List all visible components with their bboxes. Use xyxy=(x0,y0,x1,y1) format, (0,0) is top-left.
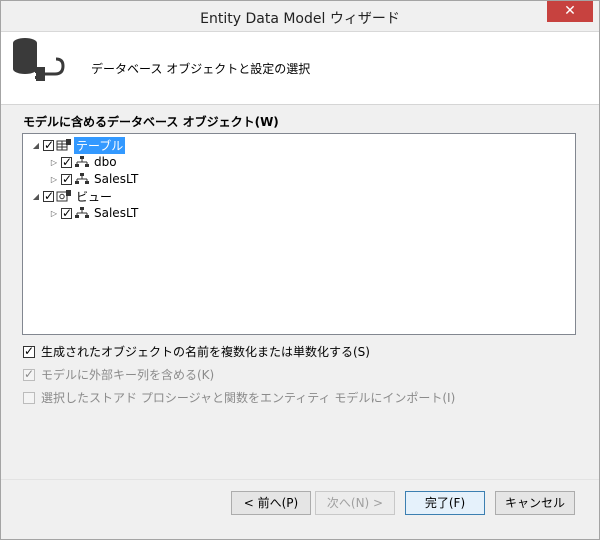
tree-node-views[interactable]: ◢ ✓ ビュー xyxy=(31,187,114,205)
tree-node-label: SalesLT xyxy=(94,206,139,220)
wizard-header: データベース オブジェクトと設定の選択 xyxy=(1,32,599,105)
table-icon xyxy=(56,139,71,151)
schema-icon xyxy=(75,156,89,167)
collapsed-arrow-icon[interactable]: ▷ xyxy=(49,175,59,184)
tree-node-saleslt-tables[interactable]: ▷ ✓ SalesLT xyxy=(49,170,140,188)
cancel-button[interactable]: キャンセル xyxy=(495,491,575,515)
checkbox[interactable]: ✓ xyxy=(61,207,72,219)
tree-node-label: テーブル xyxy=(74,136,126,154)
foreign-keys-checkbox: ✓ xyxy=(23,366,35,381)
page-title: データベース オブジェクトと設定の選択 xyxy=(91,62,311,76)
pluralize-checkbox[interactable]: ✓ xyxy=(23,345,35,358)
import-procedures-label: 選択したストアド プロシージャと関数をエンティティ モデルにインポート(I) xyxy=(41,391,456,405)
tree-node-label: dbo xyxy=(94,155,117,169)
close-button[interactable]: ✕ xyxy=(547,1,593,22)
tree-node-label: SalesLT xyxy=(94,172,139,186)
tree-node-saleslt-views[interactable]: ▷ ✓ SalesLT xyxy=(49,204,140,222)
expanded-arrow-icon[interactable]: ◢ xyxy=(31,141,41,150)
tree-node-dbo[interactable]: ▷ ✓ dbo xyxy=(49,153,119,171)
window-title: Entity Data Model ウィザード xyxy=(200,11,400,27)
back-button[interactable]: < 前へ(P) xyxy=(231,491,311,515)
objects-label: モデルに含めるデータベース オブジェクト(W) xyxy=(23,115,279,129)
checkbox[interactable]: ✓ xyxy=(61,156,72,168)
finish-button[interactable]: 完了(F) xyxy=(405,491,485,515)
wizard-window: Entity Data Model ウィザード ✕ データベース オブジェクトと… xyxy=(0,0,600,540)
pluralize-label: 生成されたオブジェクトの名前を複数化または単数化する(S) xyxy=(41,345,370,359)
checkbox[interactable]: ✓ xyxy=(61,173,72,185)
checkbox[interactable]: ✓ xyxy=(43,190,54,202)
title-bar: Entity Data Model ウィザード ✕ xyxy=(1,1,599,32)
collapsed-arrow-icon[interactable]: ▷ xyxy=(49,158,59,167)
import-procedures-option: 選択したストアド プロシージャと関数をエンティティ モデルにインポート(I) xyxy=(23,389,455,406)
foreign-keys-label: モデルに外部キー列を含める(K) xyxy=(41,368,215,382)
tree-node-tables[interactable]: ◢ ✓ テーブル xyxy=(31,136,126,154)
next-button: 次へ(N) > xyxy=(315,491,395,515)
view-icon xyxy=(56,190,71,202)
objects-tree[interactable]: ◢ ✓ テーブル ▷ ✓ dbo ▷ ✓ SalesLT ◢ ✓ ビュー ▷ ✓… xyxy=(22,133,576,335)
schema-icon xyxy=(75,173,89,184)
import-procedures-checkbox xyxy=(23,391,35,404)
expanded-arrow-icon[interactable]: ◢ xyxy=(31,192,41,201)
database-plug-icon xyxy=(13,38,65,81)
checkbox[interactable]: ✓ xyxy=(43,139,54,151)
schema-icon xyxy=(75,207,89,218)
pluralize-option[interactable]: ✓ 生成されたオブジェクトの名前を複数化または単数化する(S) xyxy=(23,343,370,360)
foreign-keys-option: ✓ モデルに外部キー列を含める(K) xyxy=(23,366,214,383)
tree-node-label: ビュー xyxy=(76,189,113,204)
collapsed-arrow-icon[interactable]: ▷ xyxy=(49,209,59,218)
footer-divider xyxy=(1,479,599,480)
